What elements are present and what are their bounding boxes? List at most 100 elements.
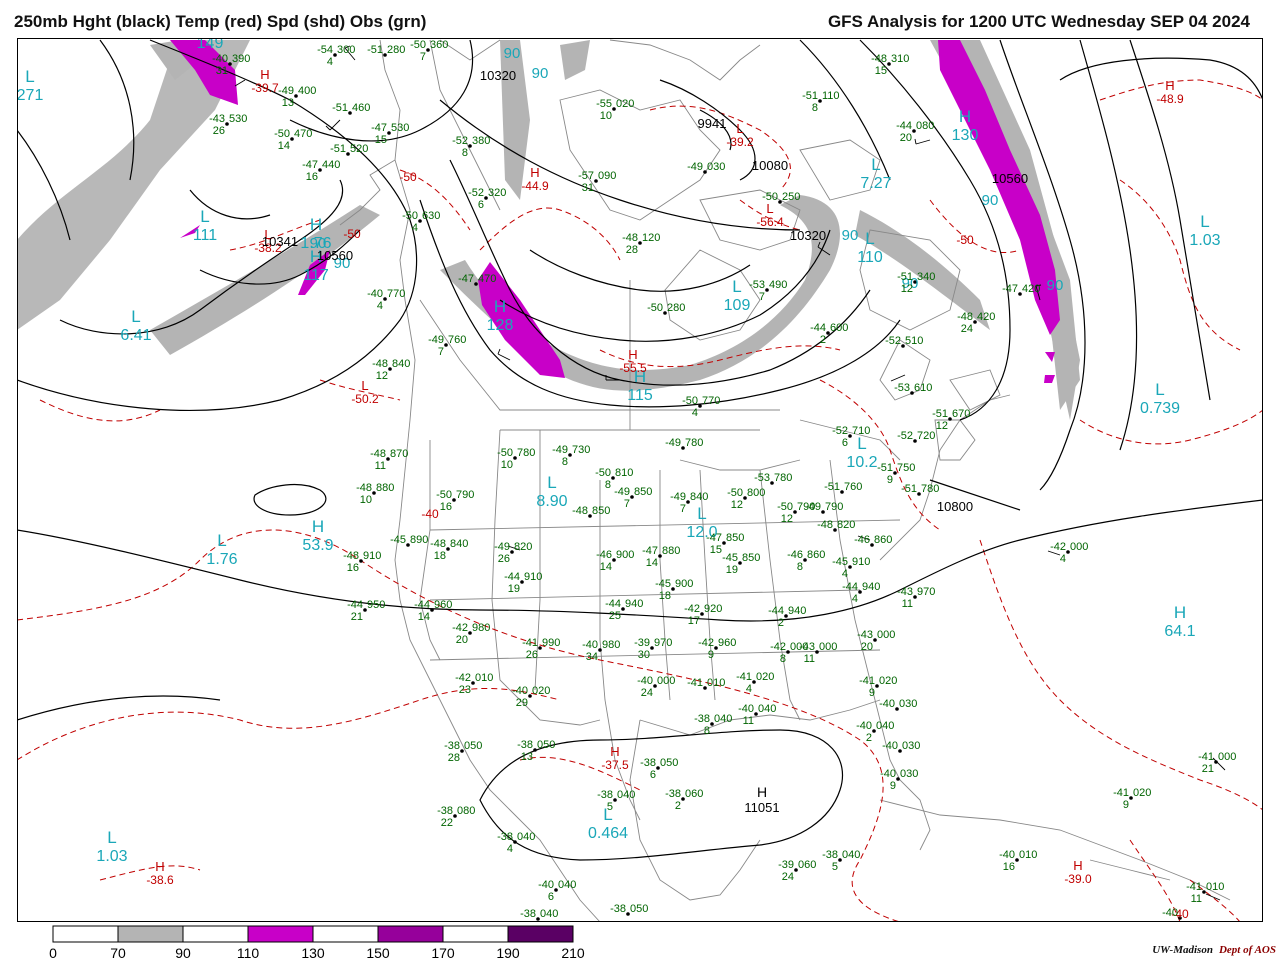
speed-center-value: 117 [303,267,329,284]
chart-title-left: 250mb Hght (black) Temp (red) Spd (shd) … [14,12,427,31]
obs-speed: 11 [902,598,913,610]
obs-speed: 7 [759,291,765,303]
obs-height: 980 [472,622,490,634]
obs-temp: -41 [1186,881,1202,893]
obs-speed: 21 [1202,763,1214,775]
obs-temp: -51 [802,90,818,102]
obs-temp: -50 [647,302,663,314]
legend-tick-label: 210 [561,945,585,960]
obs-height: 000 [819,641,837,653]
obs-temp: -51 [932,408,948,420]
obs-temp: -44 [810,322,826,334]
obs-speed: 7 [624,498,630,510]
obs-temp: -48 [817,519,833,531]
obs-height: 840 [690,491,708,503]
obs-speed: 12 [936,420,948,432]
obs-speed: 11 [375,460,386,472]
obs-speed: 19 [508,583,520,595]
legend-tick-label: 90 [175,945,191,960]
legend-swatch [117,925,184,943]
obs-speed: 4 [507,843,513,855]
obs-temp: -49 [670,491,686,503]
obs-speed: 9 [708,649,714,661]
obs-temp: -40 [1162,907,1178,919]
obs-temp: -46 [787,549,803,561]
obs-height: 420 [1022,283,1040,295]
obs-height: 960 [434,599,452,611]
obs-height: 040 [540,908,558,920]
height-contour-label: 10320 [480,68,516,83]
height-contour-label: 10341 [262,234,298,249]
obs-speed: 10 [600,110,612,122]
obs-temp: -53 [894,382,910,394]
obs-speed: 16 [1003,861,1015,873]
speed-contour-label: 90 [504,45,521,62]
temp-center-value: -39.0 [1064,872,1092,886]
obs-speed: 26 [498,553,510,565]
obs-height: 010 [1206,881,1224,893]
obs-speed: 2 [820,334,826,346]
obs-speed: 29 [516,697,528,709]
obs-temp: -44 [768,605,784,617]
speed-center-letter: H [959,107,971,126]
obs-speed: 14 [418,611,430,623]
obs-temp: -47 [302,159,318,171]
obs-speed: 24 [961,323,973,335]
obs-speed: 8 [812,102,818,114]
obs-temp: -39 [778,859,794,871]
temp-center-letter: H [530,165,539,180]
obs-speed: 8 [605,479,611,491]
obs-speed: 30 [638,649,650,661]
obs-speed: 8 [780,653,786,665]
obs-temp: -50 [595,467,611,479]
obs-speed: 2 [866,732,872,744]
obs-temp: -48 [871,53,887,65]
obs-temp: -49 [494,541,510,553]
temp-center-letter: H [155,859,164,874]
obs-height: 020 [756,671,774,683]
obs-speed: 11 [804,653,815,665]
obs-temp: -48 [370,448,386,460]
obs-speed: 4 [412,222,418,234]
obs-temp: -45 [390,534,406,546]
obs-speed: 7 [420,51,426,63]
obs-temp: -48 [356,482,372,494]
obs-speed: 4 [377,300,383,312]
obs-height: 840 [392,358,410,370]
obs-temp: -55 [596,98,612,110]
temp-center-value: -55.5 [619,361,647,375]
obs-temp: -46 [596,549,612,561]
obs-temp: -41 [1113,787,1129,799]
obs-speed: 7 [680,503,686,515]
obs-speed: 18 [659,590,671,602]
obs-speed: 17 [688,615,700,627]
obs-speed: 12 [731,499,743,511]
obs-height: 670 [952,408,970,420]
speed-center-value: 64.1 [1164,623,1195,640]
obs-speed: 24 [782,871,794,883]
obs-temp: -48 [572,505,588,517]
obs-speed: 4 [327,56,333,68]
obs-height: 420 [977,311,995,323]
obs-speed: 28 [626,244,638,256]
obs-height: 000 [657,675,675,687]
obs-height: 600 [830,322,848,334]
speed-center-value: 8.90 [536,493,567,510]
obs-temp: -44 [896,120,912,132]
obs-height: 960 [718,637,736,649]
obs-temp: -45 [832,556,848,568]
obs-height: 040 [842,849,860,861]
temp-center-letter: H [260,67,269,82]
legend-swatch [182,925,249,943]
obs-temp: -40 [880,768,896,780]
obs-height: 900 [616,549,634,561]
obs-height: 000 [1070,541,1088,553]
obs-height: 970 [917,586,935,598]
obs-height: 050 [630,903,648,915]
obs-temp: -38 [444,740,460,752]
obs-temp: -41 [859,675,875,687]
obs-height: 040 [517,831,535,843]
obs-height: 060 [798,859,816,871]
speed-center-value: 0.464 [588,825,628,842]
obs-temp: -52 [885,335,901,347]
